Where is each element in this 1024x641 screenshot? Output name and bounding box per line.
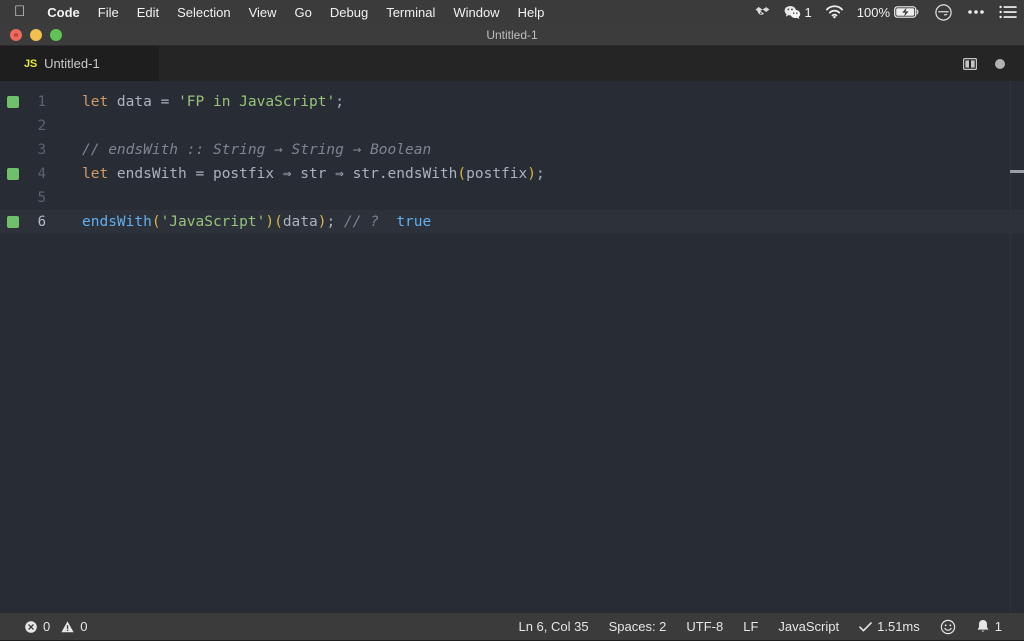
feedback-smiley-icon[interactable]: [930, 613, 966, 641]
code-token: ;: [335, 94, 344, 110]
editor-lines: 1 let data = 'FP in JavaScript'; 2 3 // ends…: [0, 90, 1024, 234]
code-token: // endsWith :: String → String → Boolean: [82, 142, 432, 158]
line-content: // endsWith :: String → String → Boolean: [58, 138, 1024, 162]
wechat-icon[interactable]: 1: [777, 0, 819, 24]
close-button[interactable]: [10, 28, 22, 41]
editor-line[interactable]: 6 endsWith('JavaScript')(data); // ? true: [0, 210, 1024, 234]
indentation-status[interactable]: Spaces: 2: [599, 613, 677, 641]
problems-status[interactable]: 0 0: [14, 613, 97, 641]
run-time-label: 1.51ms: [877, 619, 920, 634]
bell-icon: [977, 620, 989, 632]
code-token: true: [378, 214, 432, 230]
line-status-marker-icon: [7, 168, 19, 180]
editor-line[interactable]: 4 let endsWith = postfix ⇒ str ⇒ str.ends…: [0, 162, 1024, 186]
code-token: let: [82, 94, 109, 110]
code-editor[interactable]: 1 let data = 'FP in JavaScript'; 2 3 // ends…: [0, 81, 1024, 612]
warning-count: 0: [80, 619, 88, 634]
code-token: 'JavaScript': [160, 214, 266, 230]
window-title: Untitled-1: [486, 27, 538, 42]
code-token: ): [527, 166, 536, 182]
editor-actions: [962, 46, 1024, 81]
line-content: let endsWith = postfix ⇒ str ⇒ str.endsW…: [58, 162, 1024, 186]
vscode-window: Untitled-1 JS Untitled-1 1 let data = 'FP…: [0, 24, 1024, 640]
menu-item-view[interactable]: View: [240, 0, 286, 24]
traffic-lights: [10, 28, 62, 41]
line-number: 3: [37, 142, 46, 158]
status-bar-right: Ln 6, Col 35 Spaces: 2 UTF-8 LF JavaScri…: [508, 613, 1024, 641]
code-token: =: [160, 94, 179, 110]
encoding-status[interactable]: UTF-8: [676, 613, 733, 641]
menu-item-go[interactable]: Go: [286, 0, 321, 24]
menu-item-window[interactable]: Window: [444, 0, 508, 24]
maximize-button[interactable]: [50, 28, 62, 41]
warning-icon: [61, 620, 74, 632]
notifications-count: 1: [994, 619, 1002, 634]
code-token: 'FP in JavaScript': [178, 94, 336, 110]
status-bar-left: 0 0: [0, 613, 97, 641]
battery-percent-label: 100%: [856, 4, 890, 20]
tab-label: Untitled-1: [44, 56, 100, 71]
menu-items: Code File Edit Selection View Go Debug Terminal…: [38, 0, 553, 24]
editor-tab-bar: JS Untitled-1: [0, 46, 1024, 81]
status-bar: 0 0 Ln 6, Col 35 Spaces: 2 UTF-8 LF Java…: [0, 612, 1024, 640]
editor-line[interactable]: 3 // endsWith :: String → String → Boolea…: [0, 138, 1024, 162]
editor-scrollbar[interactable]: [1010, 81, 1024, 612]
overview-ruler-mark: [1010, 170, 1024, 173]
code-token: (: [457, 166, 467, 182]
code-token: (: [151, 214, 161, 230]
unsaved-dot-icon[interactable]: [992, 56, 1008, 72]
line-content: endsWith('JavaScript')(data); // ? true: [58, 210, 1024, 234]
line-status-marker-icon: [7, 96, 19, 108]
menu-item-edit[interactable]: Edit: [128, 0, 168, 24]
code-token: ): [265, 214, 275, 230]
code-token: endsWith: [82, 214, 152, 230]
menu-item-terminal[interactable]: Terminal: [377, 0, 444, 24]
language-mode-status[interactable]: JavaScript: [768, 613, 849, 641]
menu-status-items: 1 100%: [748, 0, 1024, 24]
code-token: data: [282, 214, 318, 230]
code-token: postfix: [466, 166, 528, 182]
cursor-position-status[interactable]: Ln 6, Col 35: [508, 613, 598, 641]
minimize-button[interactable]: [30, 28, 42, 41]
line-content: let data = 'FP in JavaScript';: [58, 90, 1024, 114]
code-token: let: [82, 166, 109, 182]
notifications-status[interactable]: 1: [966, 613, 1012, 641]
menu-item-code[interactable]: Code: [38, 0, 89, 24]
menu-item-file[interactable]: File: [89, 0, 128, 24]
notification-center-icon[interactable]: [992, 0, 1024, 24]
battery-charging-icon[interactable]: 100%: [850, 0, 927, 24]
check-icon: [859, 621, 872, 632]
code-token: // ?: [335, 214, 379, 230]
wifi-icon[interactable]: [819, 0, 850, 24]
code-token: (: [274, 214, 283, 230]
javascript-file-icon: JS: [24, 57, 38, 70]
apple-logo-icon[interactable]: : [14, 4, 25, 19]
macos-menu-bar:  CodeFileEditSelectionViewGoDebugTermin…: [0, 0, 1024, 24]
code-token: data: [108, 94, 161, 110]
menu-item-debug[interactable]: Debug: [321, 0, 377, 24]
menu-item-selection[interactable]: Selection: [168, 0, 239, 24]
editor-line[interactable]: 1 let data = 'FP in JavaScript';: [0, 90, 1024, 114]
error-icon: [25, 620, 37, 633]
editor-line[interactable]: 5: [0, 186, 1024, 210]
window-title-bar: Untitled-1: [0, 24, 1024, 46]
line-number: 5: [37, 190, 46, 206]
code-token: ;: [326, 214, 336, 230]
tab-untitled-1[interactable]: JS Untitled-1: [0, 46, 160, 81]
error-count: 0: [43, 619, 51, 634]
eol-status[interactable]: LF: [733, 613, 768, 641]
wechat-badge-count: 1: [804, 4, 812, 20]
code-token: endsWith = postfix ⇒ str ⇒ str.endsWith: [108, 166, 458, 182]
run-time-status[interactable]: 1.51ms: [849, 613, 930, 641]
control-center-icon[interactable]: [960, 0, 992, 24]
menu-item-help[interactable]: Help: [509, 0, 554, 24]
split-editor-icon[interactable]: [962, 56, 978, 72]
editor-line[interactable]: 2: [0, 114, 1024, 138]
do-not-disturb-icon[interactable]: [927, 0, 960, 24]
line-number: 2: [37, 118, 46, 134]
dropbox-icon[interactable]: [748, 0, 777, 24]
line-status-marker-icon: [7, 216, 19, 228]
code-token: ;: [535, 166, 545, 182]
